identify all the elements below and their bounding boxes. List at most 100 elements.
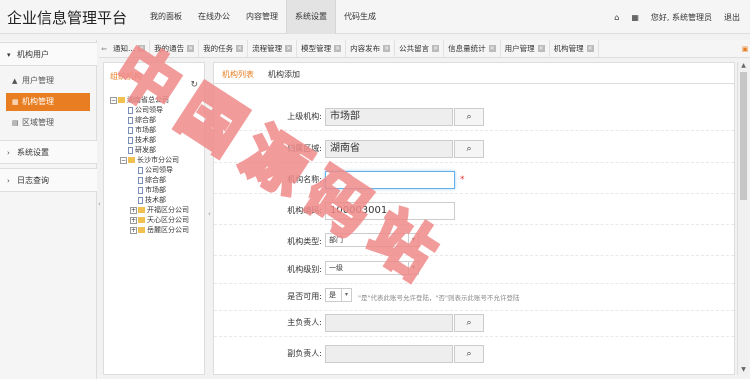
tree-node[interactable]: 综合部 — [138, 176, 166, 185]
tab-model[interactable]: 模型管理 × — [297, 39, 347, 58]
topnav-codegen[interactable]: 代码生成 — [336, 0, 384, 34]
close-icon[interactable]: × — [586, 45, 594, 52]
folder-icon — [128, 157, 135, 163]
close-icon[interactable]: × — [187, 45, 195, 52]
chevron-down-icon: ▾ — [7, 51, 11, 59]
tree-node[interactable]: 技术部 — [128, 136, 156, 145]
org-type-select[interactable]: 部门 ▾ — [325, 233, 419, 247]
close-icon[interactable]: × — [432, 45, 440, 52]
scrollbar-thumb[interactable] — [740, 72, 747, 200]
tree-node[interactable]: + 开福区分公司 — [130, 206, 189, 215]
topnav-dashboard[interactable]: 我的面板 — [142, 0, 190, 34]
scrollbar[interactable]: ▲ ▼ — [737, 62, 748, 375]
search-button[interactable]: ⌕ — [454, 140, 484, 158]
topnav-office[interactable]: 在线办公 — [190, 0, 238, 34]
scroll-up-icon[interactable]: ▲ — [738, 62, 749, 71]
folder-icon — [138, 207, 145, 213]
type-label: 机构类型: — [287, 237, 322, 246]
tabs-menu-icon[interactable]: ▣ — [740, 45, 750, 53]
sidebar-item-orgs[interactable]: ▦ 机构管理 — [6, 93, 90, 111]
tab-my-task[interactable]: 我的任务 × — [199, 39, 249, 58]
tree-collapse-icon[interactable]: ‹ — [208, 210, 211, 218]
tree-node[interactable]: 市场部 — [138, 186, 166, 195]
tabs-scroll-left-icon[interactable]: ⇐ — [99, 45, 109, 53]
user-greeting[interactable]: 您好, 系统管理员 — [651, 12, 712, 23]
tab-my-notice[interactable]: 我的通告 × — [150, 39, 200, 58]
home-icon[interactable]: ⌂ — [614, 13, 619, 22]
close-icon[interactable]: × — [138, 45, 146, 52]
close-icon[interactable]: × — [236, 45, 244, 52]
tree-node[interactable]: 公司领导 — [128, 106, 163, 115]
form-row-parent: 上级机构: 市场部 ⌕ — [214, 103, 734, 131]
form-row-type: 机构类型: 部门 ▾ — [214, 228, 734, 256]
grid-icon: ▦ — [12, 98, 19, 106]
tree-node[interactable]: − 湖南省总公司 — [110, 96, 169, 105]
org-name-input[interactable] — [325, 171, 455, 189]
tab-org-list[interactable]: 机构列表 — [222, 69, 254, 80]
deputy-person-field[interactable] — [325, 345, 453, 363]
sidebar-item-areas[interactable]: ▤ 区域管理 — [6, 114, 90, 132]
area-field[interactable]: 湖南省 — [325, 140, 453, 158]
primary-person-field[interactable] — [325, 314, 453, 332]
close-icon[interactable]: × — [334, 45, 342, 52]
refresh-icon[interactable]: ↻ — [190, 80, 198, 90]
tree-node[interactable]: − 长沙市分公司 — [120, 156, 179, 165]
deputy-label: 副负责人: — [287, 349, 322, 358]
collapse-icon[interactable]: − — [110, 96, 117, 104]
apps-icon[interactable]: ▦ — [631, 13, 639, 22]
document-icon — [138, 186, 143, 194]
chevron-down-icon: ▾ — [408, 234, 418, 246]
collapse-arrow-icon[interactable]: ‹ — [98, 200, 101, 208]
document-icon — [128, 126, 133, 134]
tree-node[interactable]: 公司领导 — [138, 166, 173, 175]
tree-node[interactable]: 技术部 — [138, 196, 166, 205]
tab-org-add[interactable]: 机构添加 — [268, 69, 300, 80]
sidebar-group-settings[interactable]: › 系统设置 — [0, 140, 97, 164]
search-icon: ⌕ — [466, 144, 472, 154]
chevron-down-icon: ▾ — [408, 262, 418, 274]
page-tabs: ⇐ 通知... × 我的通告 × 我的任务 × 流程管理 × 模型管理 × 内容发布 × 公… — [99, 39, 750, 58]
tree-node[interactable]: 市场部 — [128, 126, 156, 135]
org-grade-select[interactable]: 一级 ▾ — [325, 261, 419, 275]
sidebar-group-logs[interactable]: › 日志查询 — [0, 168, 97, 192]
search-button[interactable]: ⌕ — [454, 345, 484, 363]
expand-icon[interactable]: + — [130, 206, 137, 214]
org-code-input[interactable]: 100003001 — [325, 202, 455, 220]
search-button[interactable]: ⌕ — [454, 314, 484, 332]
close-icon[interactable]: × — [488, 45, 496, 52]
useable-hint: "是"代表此账号允许登陆，"否"则表示此账号不允许登陆 — [358, 294, 520, 302]
logout-link[interactable]: 退出 — [724, 12, 740, 23]
collapse-icon[interactable]: − — [120, 156, 127, 164]
tree-node[interactable]: + 天心区分公司 — [130, 216, 189, 225]
search-button[interactable]: ⌕ — [454, 108, 484, 126]
close-icon[interactable]: × — [285, 45, 293, 52]
tree-node[interactable]: 研发部 — [128, 146, 156, 155]
expand-icon[interactable]: + — [130, 216, 137, 224]
chevron-down-icon: ▾ — [341, 289, 351, 301]
scroll-down-icon[interactable]: ▼ — [738, 366, 749, 375]
document-icon — [128, 146, 133, 154]
tree-node[interactable]: 综合部 — [128, 116, 156, 125]
tab-publish[interactable]: 内容发布 × — [346, 39, 396, 58]
grade-label: 机构级别: — [287, 265, 322, 274]
expand-icon[interactable]: + — [130, 226, 137, 234]
close-icon[interactable]: × — [383, 45, 391, 52]
form-row-area: 归属区域: 湖南省 ⌕ — [214, 135, 734, 163]
tab-stats[interactable]: 信息量统计 × — [444, 39, 501, 58]
tree-node[interactable]: + 岳麓区分公司 — [130, 226, 189, 235]
form-row-deputy: 副负责人: ⌕ — [214, 340, 734, 368]
tab-guestbook[interactable]: 公共留言 × — [395, 39, 445, 58]
document-icon — [128, 136, 133, 144]
sidebar-group-org[interactable]: ▾ 机构用户 — [0, 42, 97, 66]
useable-select[interactable]: 是 ▾ — [325, 288, 352, 302]
tab-orgs[interactable]: 机构管理 × — [550, 39, 599, 58]
sidebar-item-users[interactable]: ▲ 用户管理 — [6, 72, 90, 90]
topnav-settings[interactable]: 系统设置 — [286, 0, 336, 34]
tab-process[interactable]: 流程管理 × — [248, 39, 298, 58]
tab-users[interactable]: 用户管理 × — [501, 39, 550, 58]
close-icon[interactable]: × — [537, 45, 545, 52]
tab-notice[interactable]: 通知... × — [109, 39, 151, 58]
document-icon — [138, 196, 143, 204]
parent-org-field[interactable]: 市场部 — [325, 108, 453, 126]
topnav-content[interactable]: 内容管理 — [238, 0, 286, 34]
